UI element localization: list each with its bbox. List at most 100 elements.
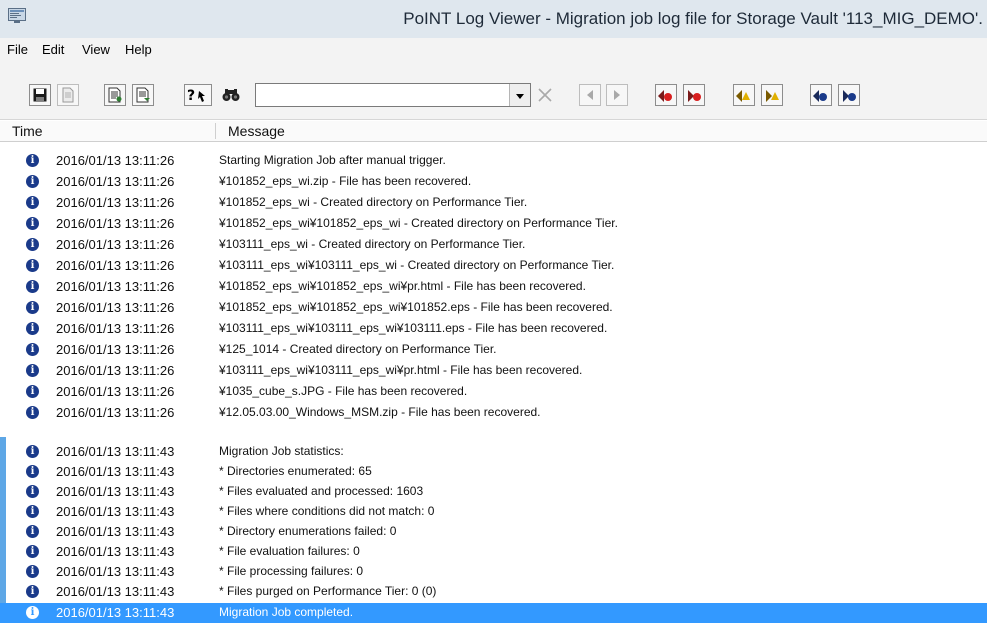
log-row[interactable]: i 2016/01/13 13:11:26 ¥103111_eps_wi¥10311… [0,319,987,338]
log-time: 2016/01/13 13:11:26 [56,237,175,252]
info-icon: i [26,343,39,356]
info-icon: i [26,406,39,419]
open-log-button[interactable] [104,84,126,106]
log-row[interactable]: i 2016/01/13 13:11:26 ¥103111_eps_wi¥10311… [0,361,987,380]
svg-text:?: ? [187,88,195,103]
log-time: 2016/01/13 13:11:43 [56,524,175,539]
info-icon: i [26,154,39,167]
log-row[interactable]: i 2016/01/13 13:11:26 ¥101852_eps_wi.zip -… [0,172,987,191]
log-message: * Files where conditions did not match: … [219,504,435,518]
info-icon: i [26,301,39,314]
log-row[interactable]: i 2016/01/13 13:11:26 ¥101852_eps_wi¥10185… [0,277,987,296]
log-row[interactable]: i 2016/01/13 13:11:26 Starting Migration J… [0,151,987,170]
menu-edit[interactable]: Edit [42,38,64,62]
log-row[interactable]: i 2016/01/13 13:11:26 ¥101852_eps_wi¥10185… [0,298,987,317]
log-row[interactable]: i 2016/01/13 13:11:43 * Files purged on Pe… [0,582,987,601]
log-message: Migration Job completed. [219,605,354,619]
menu-file[interactable]: File [7,38,28,62]
log-message: ¥101852_eps_wi - Created directory on Pe… [219,195,528,209]
log-row[interactable]: i 2016/01/13 13:11:26 ¥1035_cube_s.JPG - F… [0,382,987,401]
log-row[interactable]: i 2016/01/13 13:11:43 * File processing fa… [0,562,987,581]
log-row[interactable]: i 2016/01/13 13:11:43 Migration Job statis… [0,442,987,461]
next-warning-icon [763,87,781,103]
log-row[interactable]: i 2016/01/13 13:11:43 * Files where condit… [0,502,987,521]
next-error-button[interactable] [683,84,705,106]
first-info-icon [812,87,830,103]
info-icon: i [26,465,39,478]
log-time: 2016/01/13 13:11:43 [56,544,175,559]
next-match-button[interactable] [606,84,628,106]
clear-search-button[interactable] [534,84,556,106]
search-combo[interactable] [255,83,531,107]
combo-dropdown-button[interactable] [509,84,530,106]
log-time: 2016/01/13 13:11:26 [56,405,175,420]
log-message: ¥103111_eps_wi¥103111_eps_wi¥pr.html - F… [219,363,583,377]
search-input[interactable] [256,84,510,106]
find-button[interactable] [220,84,242,106]
menu-bar: File Edit View Help [0,38,987,62]
open-next-log-button[interactable] [132,84,154,106]
column-divider[interactable] [215,123,216,139]
log-row[interactable]: i 2016/01/13 13:11:26 ¥103111_eps_wi - Cre… [0,235,987,254]
first-warning-button[interactable] [733,84,755,106]
column-header-time[interactable]: Time [12,121,43,141]
previous-match-button[interactable] [579,84,601,106]
log-row[interactable]: i 2016/01/13 13:11:26 ¥12.05.03.00_Windows… [0,403,987,422]
column-header-message[interactable]: Message [228,121,285,141]
log-message: ¥103111_eps_wi¥103111_eps_wi¥103111.eps … [219,321,608,335]
next-warning-button[interactable] [761,84,783,106]
log-row[interactable]: i 2016/01/13 13:11:26 ¥103111_eps_wi¥10311… [0,256,987,275]
log-time: 2016/01/13 13:11:26 [56,195,175,210]
info-icon: i [26,525,39,538]
log-message: ¥103111_eps_wi¥103111_eps_wi - Created d… [219,258,615,272]
info-icon: i [26,585,39,598]
menu-view[interactable]: View [82,38,110,62]
info-icon: i [26,364,39,377]
info-icon: i [26,175,39,188]
info-icon: i [26,259,39,272]
log-row[interactable]: i 2016/01/13 13:11:43 * Files evaluated an… [0,482,987,501]
log-message: * Directories enumerated: 65 [219,464,372,478]
app-icon[interactable] [8,8,26,24]
save-button[interactable] [29,84,51,106]
list-header: Time Message [0,121,987,142]
log-message: * File processing failures: 0 [219,564,364,578]
log-row[interactable]: i 2016/01/13 13:11:43 * Directory enumerat… [0,522,987,541]
log-time: 2016/01/13 13:11:26 [56,174,175,189]
log-time: 2016/01/13 13:11:26 [56,363,175,378]
log-message: ¥125_1014 - Created directory on Perform… [219,342,497,356]
chevron-down-icon [516,86,524,104]
first-info-button[interactable] [810,84,832,106]
log-row-selected[interactable]: i 2016/01/13 13:11:43 Migration Job comple… [0,603,987,623]
first-error-button[interactable] [655,84,677,106]
next-info-icon [840,87,858,103]
log-time: 2016/01/13 13:11:26 [56,258,175,273]
log-time: 2016/01/13 13:11:26 [56,153,175,168]
log-row[interactable]: i 2016/01/13 13:11:43 * File evaluation fa… [0,542,987,561]
info-icon: i [26,565,39,578]
log-row[interactable]: i 2016/01/13 13:11:43 * Directories enumer… [0,462,987,481]
log-row[interactable]: i 2016/01/13 13:11:26 ¥125_1014 - Created … [0,340,987,359]
info-icon: i [26,606,39,619]
log-time: 2016/01/13 13:11:43 [56,504,175,519]
find-icon [222,88,240,102]
info-icon: i [26,217,39,230]
first-warning-icon [735,87,753,103]
log-row[interactable]: i 2016/01/13 13:11:26 ¥101852_eps_wi - Cre… [0,193,987,212]
log-message: Migration Job statistics: [219,444,344,458]
log-row[interactable]: i 2016/01/13 13:11:26 ¥101852_eps_wi¥10185… [0,214,987,233]
context-help-button[interactable]: ? [184,84,212,106]
log-icon [107,87,123,103]
next-info-button[interactable] [838,84,860,106]
log-message: ¥101852_eps_wi¥101852_eps_wi¥101852.eps … [219,300,613,314]
info-icon: i [26,505,39,518]
menu-help[interactable]: Help [125,38,152,62]
log-time: 2016/01/13 13:11:26 [56,342,175,357]
info-icon: i [26,322,39,335]
info-icon: i [26,485,39,498]
info-icon: i [26,238,39,251]
separator [0,428,987,437]
log-message: ¥101852_eps_wi¥101852_eps_wi - Created d… [219,216,618,230]
log-message: * Directory enumerations failed: 0 [219,524,397,538]
export-button[interactable] [57,84,79,106]
